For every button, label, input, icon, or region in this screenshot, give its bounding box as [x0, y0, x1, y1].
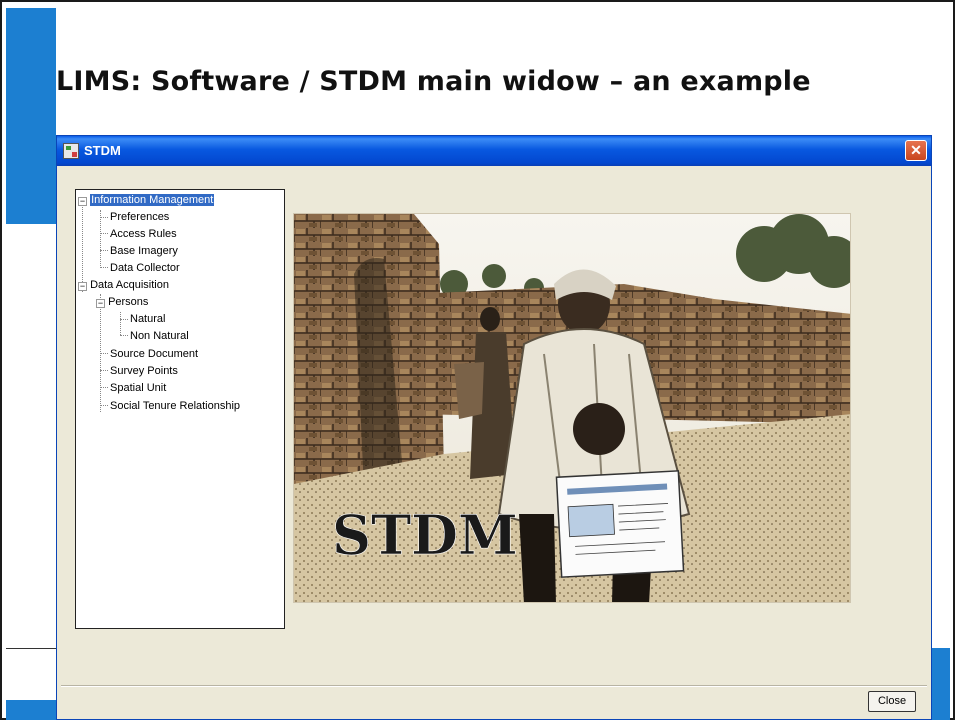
tree-connector [120, 319, 128, 320]
tree-connector [120, 335, 128, 336]
tree-item-natural[interactable]: Natural [130, 311, 165, 327]
tree-item-data-collector[interactable]: Data Collector [110, 260, 180, 276]
tree-item-information-management[interactable]: − Information Management [78, 192, 215, 208]
certificate-document [555, 470, 685, 578]
splash-illustration: STDM [294, 214, 850, 602]
tree-connector [100, 217, 108, 218]
tree-connector [100, 370, 108, 371]
tree-connector [100, 233, 108, 234]
tree-item-preferences[interactable]: Preferences [110, 209, 169, 225]
close-button[interactable]: Close [868, 691, 916, 712]
collapse-icon[interactable]: − [78, 197, 87, 206]
tree-item-access-rules[interactable]: Access Rules [110, 226, 177, 242]
window-title: STDM [84, 143, 121, 158]
tree-item-social-tenure-relationship[interactable]: Social Tenure Relationship [110, 398, 240, 414]
collapse-icon[interactable]: − [96, 299, 105, 308]
tree-connector [120, 312, 121, 335]
splash-overlay-text: STDM [332, 503, 518, 567]
tree-connector [100, 405, 108, 406]
stdm-splash-image: STDM [293, 213, 851, 603]
tree-item-data-acquisition[interactable]: − Data Acquisition [78, 277, 169, 293]
navigation-tree[interactable]: − Information Management Preferences Acc… [75, 189, 285, 629]
tree-connector [100, 250, 108, 251]
slide-accent-bar-corner [930, 648, 950, 700]
tree-connector [100, 267, 108, 268]
tree-item-spatial-unit[interactable]: Spatial Unit [110, 380, 166, 396]
tree-item-non-natural[interactable]: Non Natural [130, 328, 189, 344]
tree-connector [100, 210, 101, 268]
stdm-window: STDM ✕ − Information Management Preferen… [56, 135, 932, 720]
tree-connector [100, 387, 108, 388]
window-bottom-separator [61, 685, 927, 687]
window-close-icon[interactable]: ✕ [905, 140, 927, 161]
tree-item-persons[interactable]: − Persons [96, 294, 148, 310]
tree-connector [100, 353, 108, 354]
tree-item-base-imagery[interactable]: Base Imagery [110, 243, 178, 259]
collapse-icon[interactable]: − [78, 282, 87, 291]
slide-accent-bar-left [6, 8, 56, 224]
tree-item-survey-points[interactable]: Survey Points [110, 363, 178, 379]
slide-title: LIMS: Software / STDM main widow – an ex… [56, 66, 811, 97]
tree-item-source-document[interactable]: Source Document [110, 346, 198, 362]
app-icon [63, 143, 79, 159]
window-titlebar[interactable]: STDM ✕ [57, 136, 931, 166]
